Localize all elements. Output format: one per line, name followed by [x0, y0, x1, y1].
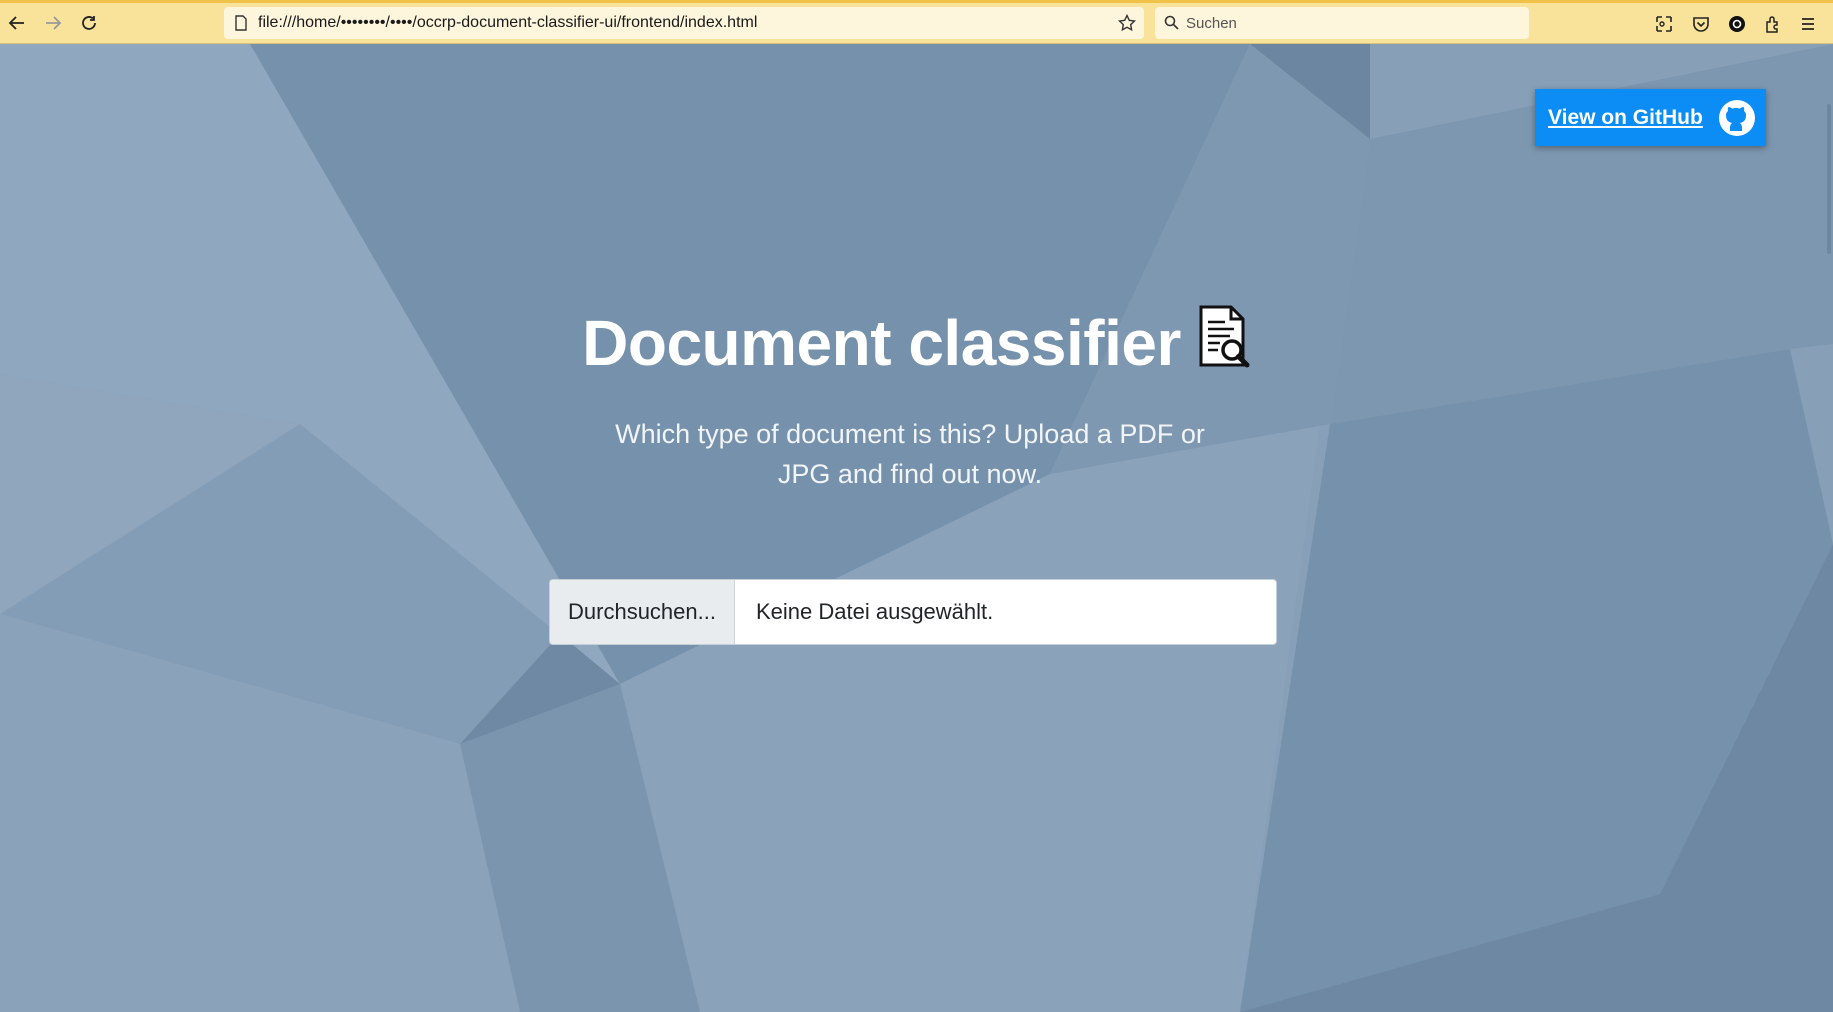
url-text: file:///home/••••••••/••••/occrp-documen… [258, 14, 758, 31]
page-title: Document classifier [0, 304, 1833, 385]
bookmark-star-icon[interactable] [1118, 14, 1136, 32]
extensions-icon [1766, 16, 1778, 33]
file-upload-input[interactable]: Durchsuchen... Keine Datei ausgewählt. [549, 579, 1277, 645]
page-icon [235, 15, 247, 31]
back-icon [8, 16, 24, 30]
url-bar[interactable]: file:///home/••••••••/••••/occrp-documen… [224, 7, 1144, 39]
selected-file-name: Keine Datei ausgewählt. [756, 599, 994, 624]
view-on-github-button[interactable]: View on GitHub [1535, 89, 1766, 146]
polygon-background [0, 44, 1833, 1012]
reload-button[interactable] [75, 9, 103, 37]
document-search-icon [1197, 304, 1251, 385]
extensions-button[interactable] [1762, 13, 1784, 35]
menu-icon [1802, 18, 1814, 30]
forward-button[interactable] [39, 9, 67, 37]
pocket-button[interactable] [1690, 13, 1712, 35]
account-button[interactable] [1726, 13, 1748, 35]
title-text: Document classifier [582, 307, 1181, 379]
browser-toolbar: file:///home/••••••••/••••/occrp-documen… [0, 0, 1833, 44]
github-icon [1719, 100, 1755, 136]
forward-icon [46, 16, 62, 30]
menu-button[interactable] [1797, 13, 1819, 35]
page-content: View on GitHub Document classifier Which… [0, 44, 1833, 1012]
account-icon [1729, 16, 1745, 32]
screenshot-icon [1656, 16, 1672, 32]
screenshot-button[interactable] [1653, 13, 1675, 35]
browse-button[interactable]: Durchsuchen... [550, 580, 735, 644]
search-icon [1164, 15, 1179, 30]
github-label: View on GitHub [1548, 105, 1703, 129]
back-button[interactable] [3, 9, 31, 37]
search-bar[interactable]: Suchen [1155, 7, 1529, 39]
scrollbar-thumb[interactable] [1827, 104, 1831, 254]
pocket-icon [1693, 17, 1709, 32]
search-placeholder: Suchen [1186, 15, 1237, 32]
reload-icon [82, 16, 96, 30]
page-subtitle: Which type of document is this? Upload a… [615, 419, 1205, 489]
